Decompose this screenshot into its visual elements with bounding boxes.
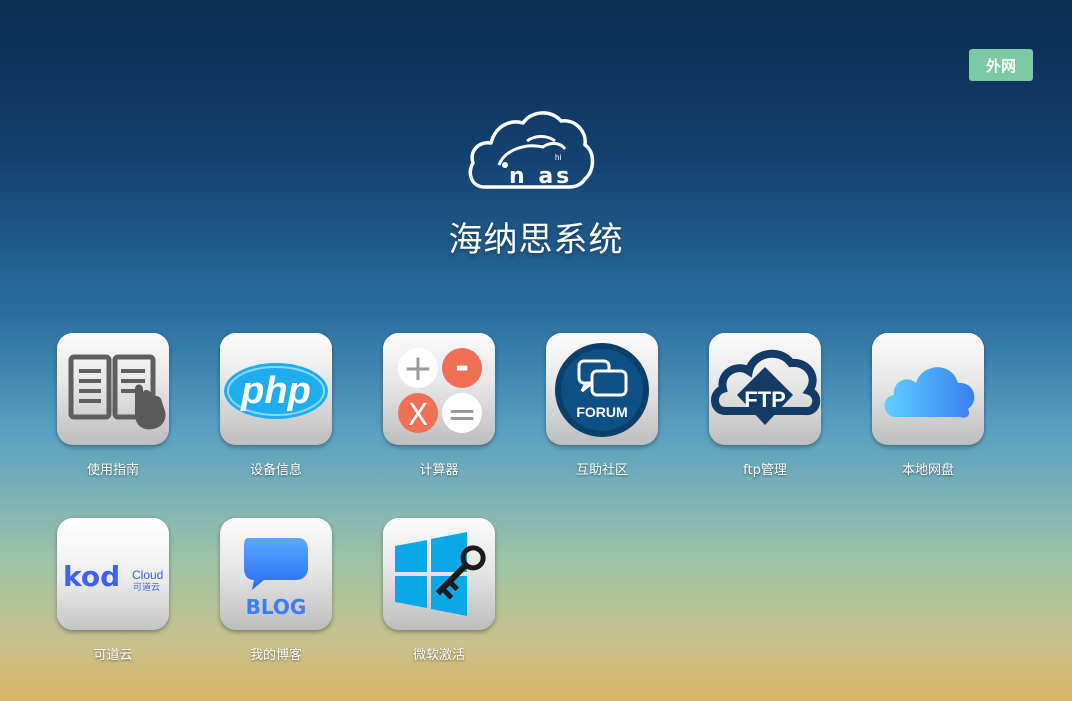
kod-cloud-text: Cloud bbox=[132, 568, 163, 582]
calc-plus-glyph: + bbox=[403, 348, 433, 389]
app-device-info[interactable]: php 设备信息 bbox=[206, 333, 346, 478]
icloud-icon bbox=[872, 333, 984, 445]
app-label: 设备信息 bbox=[249, 463, 302, 478]
ftp-cloud-icon: FTP bbox=[709, 333, 821, 445]
app-community-forum[interactable]: FORUM 互助社区 bbox=[532, 333, 672, 478]
app-label: 使用指南 bbox=[86, 463, 139, 478]
logo-small-text: hi bbox=[555, 153, 561, 162]
app-label: 计算器 bbox=[419, 463, 459, 478]
app-windows-activation[interactable]: 微软激活 bbox=[369, 518, 509, 663]
nas-logo: hi n as bbox=[465, 105, 597, 193]
app-ftp-manager[interactable]: FTP ftp管理 bbox=[695, 333, 835, 478]
app-user-guide[interactable]: 使用指南 bbox=[43, 333, 183, 478]
app-calculator[interactable]: + - X = 计算器 bbox=[369, 333, 509, 478]
blog-text: BLOG bbox=[246, 595, 307, 619]
forum-text: FORUM bbox=[576, 404, 627, 420]
calc-times-glyph: X bbox=[408, 398, 429, 433]
logo-brand-text: n as bbox=[509, 164, 572, 189]
calc-equals-glyph: = bbox=[447, 394, 477, 435]
forum-icon: FORUM bbox=[546, 333, 658, 445]
kodcloud-icon: kod Cloud 可道云 bbox=[57, 518, 169, 630]
app-label: 互助社区 bbox=[575, 463, 628, 478]
php-icon: php bbox=[220, 333, 332, 445]
app-label: 微软激活 bbox=[412, 648, 465, 663]
kod-text: kod bbox=[63, 560, 120, 593]
ftp-text: FTP bbox=[744, 387, 786, 412]
calculator-icon: + - X = bbox=[383, 333, 495, 445]
book-icon bbox=[57, 333, 169, 445]
kod-chinese-text: 可道云 bbox=[133, 581, 160, 593]
app-my-blog[interactable]: BLOG 我的博客 bbox=[206, 518, 346, 663]
app-local-drive[interactable]: 本地网盘 bbox=[858, 333, 998, 478]
calc-minus-glyph: - bbox=[455, 347, 469, 387]
blog-icon: BLOG bbox=[220, 518, 332, 630]
svg-text:php: php bbox=[240, 370, 311, 412]
app-label: ftp管理 bbox=[743, 463, 787, 478]
app-label: 我的博客 bbox=[249, 648, 302, 663]
network-mode-button[interactable]: 外网 bbox=[969, 49, 1033, 81]
app-label: 可道云 bbox=[93, 648, 133, 663]
windows-key-icon bbox=[383, 518, 495, 630]
app-kodcloud[interactable]: kod Cloud 可道云 可道云 bbox=[43, 518, 183, 663]
system-title: 海纳思系统 bbox=[448, 220, 624, 260]
app-label: 本地网盘 bbox=[901, 463, 954, 478]
